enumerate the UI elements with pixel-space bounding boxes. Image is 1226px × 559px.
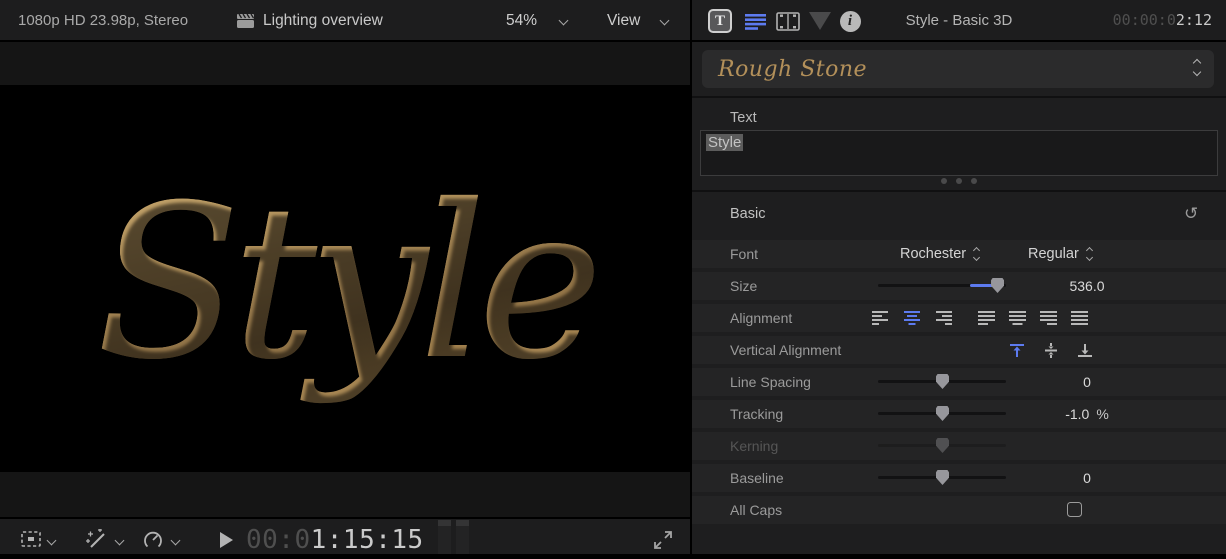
font-row: Font Rochester Regular xyxy=(692,240,1226,268)
resize-handle-dots[interactable] xyxy=(692,178,1226,184)
view-menu-button[interactable]: View xyxy=(607,0,640,41)
font-family-updown-icon xyxy=(974,248,979,260)
font-face-value: Regular xyxy=(1028,240,1079,268)
font-family-dropdown[interactable]: Rochester xyxy=(900,240,979,268)
enhancements-wand-icon[interactable] xyxy=(84,529,110,551)
baseline-label: Baseline xyxy=(730,464,784,492)
preset-dropdown[interactable]: Rough Stone xyxy=(702,50,1214,88)
justify-left-button[interactable] xyxy=(976,310,997,326)
baseline-slider[interactable] xyxy=(878,476,1006,480)
tracking-value: -1.0 xyxy=(1065,406,1089,422)
valign-bottom-icon xyxy=(1076,343,1094,358)
size-label: Size xyxy=(730,272,757,300)
retime-chevron-down-icon[interactable] xyxy=(171,536,181,546)
size-row: Size 536.0 xyxy=(692,272,1226,300)
kerning-label: Kerning xyxy=(730,432,778,460)
transform-chevron-down-icon[interactable] xyxy=(47,536,57,546)
app-window: 1080p HD 23.98p, Stereo Lighting overvie… xyxy=(0,0,1226,559)
all-caps-checkbox[interactable] xyxy=(1067,502,1082,517)
viewer-canvas[interactable]: Style xyxy=(0,85,690,472)
reset-icon[interactable]: ↺ xyxy=(1184,192,1198,236)
align-center-button[interactable] xyxy=(901,310,922,326)
line-spacing-value[interactable]: 0 xyxy=(1032,368,1142,396)
justify-center-icon xyxy=(1009,311,1027,325)
line-spacing-row: Line Spacing 0 xyxy=(692,368,1226,396)
baseline-row: Baseline 0 xyxy=(692,464,1226,492)
align-right-button[interactable] xyxy=(932,310,953,326)
valign-top-icon xyxy=(1008,343,1026,358)
alignment-label: Alignment xyxy=(730,304,792,332)
tracking-unit: % xyxy=(1096,406,1108,422)
fullscreen-expand-icon[interactable] xyxy=(652,529,674,551)
format-info: 1080p HD 23.98p, Stereo xyxy=(18,0,188,41)
all-caps-label: All Caps xyxy=(730,496,782,524)
justify-right-button[interactable] xyxy=(1038,310,1059,326)
font-face-dropdown[interactable]: Regular xyxy=(1028,240,1092,268)
preset-updown-chevron-icon xyxy=(1194,60,1200,75)
basic-section-header: Basic ↺ xyxy=(692,192,1226,238)
font-label: Font xyxy=(730,240,758,268)
vertical-alignment-label: Vertical Alignment xyxy=(730,336,841,364)
align-right-icon xyxy=(934,311,952,325)
tracking-label: Tracking xyxy=(730,400,783,428)
font-family-value: Rochester xyxy=(900,240,966,268)
project-name: Lighting overview xyxy=(263,0,383,41)
zoom-chevron-down-icon[interactable] xyxy=(559,16,569,26)
divider xyxy=(692,96,1226,98)
viewer-pane: 1080p HD 23.98p, Stereo Lighting overvie… xyxy=(0,0,690,559)
title-text-3d[interactable]: Style xyxy=(96,159,594,406)
justify-center-button[interactable] xyxy=(1007,310,1028,326)
audio-meter-right[interactable] xyxy=(456,520,469,558)
transform-tool-icon[interactable] xyxy=(20,530,42,548)
align-left-icon xyxy=(872,311,890,325)
playhead-timecode[interactable]: 00:01:15:15 xyxy=(246,525,424,555)
valign-middle-icon xyxy=(1042,343,1060,358)
preset-value: Rough Stone xyxy=(718,52,867,88)
inspector-timecode-dim: 00:00:0 xyxy=(1113,11,1176,29)
zoom-level-button[interactable]: 54% xyxy=(506,0,537,41)
basic-section-title: Basic xyxy=(730,192,765,236)
valign-bottom-button[interactable] xyxy=(1074,342,1095,358)
tracking-row: Tracking -1.0% xyxy=(692,400,1226,428)
align-center-icon xyxy=(903,311,921,325)
tracking-slider[interactable] xyxy=(878,412,1006,416)
valign-top-button[interactable] xyxy=(1006,342,1027,358)
text-entry-field[interactable]: Style xyxy=(700,130,1218,176)
kerning-slider xyxy=(878,444,1006,448)
justify-all-icon xyxy=(1071,311,1089,325)
timecode-dim-part: 00:0 xyxy=(246,525,311,555)
inspector-timecode: 00:00:02:12 xyxy=(1113,0,1212,41)
text-section-label: Text xyxy=(730,110,757,126)
inspector-timecode-bright: 2:12 xyxy=(1176,11,1212,29)
enhancements-chevron-down-icon[interactable] xyxy=(115,536,125,546)
valign-middle-button[interactable] xyxy=(1040,342,1061,358)
selected-text[interactable]: Style xyxy=(706,134,743,151)
viewer-toolbar: 1080p HD 23.98p, Stereo Lighting overvie… xyxy=(0,0,690,42)
retime-gauge-icon[interactable] xyxy=(142,529,164,551)
view-chevron-down-icon[interactable] xyxy=(660,16,670,26)
justify-all-button[interactable] xyxy=(1069,310,1090,326)
play-button[interactable] xyxy=(220,532,233,548)
clapperboard-icon xyxy=(236,13,255,29)
baseline-value[interactable]: 0 xyxy=(1032,464,1142,492)
inspector-header: T i xyxy=(692,0,1226,42)
line-spacing-label: Line Spacing xyxy=(730,368,811,396)
vertical-alignment-row: Vertical Alignment xyxy=(692,336,1226,364)
timecode-bright-part: 1:15:15 xyxy=(311,525,424,555)
alignment-row: Alignment xyxy=(692,304,1226,332)
justify-left-icon xyxy=(978,311,996,325)
justify-right-icon xyxy=(1040,311,1058,325)
all-caps-row: All Caps xyxy=(692,496,1226,524)
inspector-panel: T i xyxy=(690,0,1226,559)
align-left-button[interactable] xyxy=(870,310,891,326)
line-spacing-slider[interactable] xyxy=(878,380,1006,384)
audio-meter-left[interactable] xyxy=(438,520,451,558)
size-value[interactable]: 536.0 xyxy=(1032,272,1142,300)
kerning-row: Kerning xyxy=(692,432,1226,460)
viewer-transport-bar: 00:01:15:15 xyxy=(0,517,690,559)
tracking-value-wrap[interactable]: -1.0% xyxy=(1032,400,1142,428)
font-face-updown-icon xyxy=(1087,248,1092,260)
size-slider[interactable] xyxy=(878,284,1006,288)
